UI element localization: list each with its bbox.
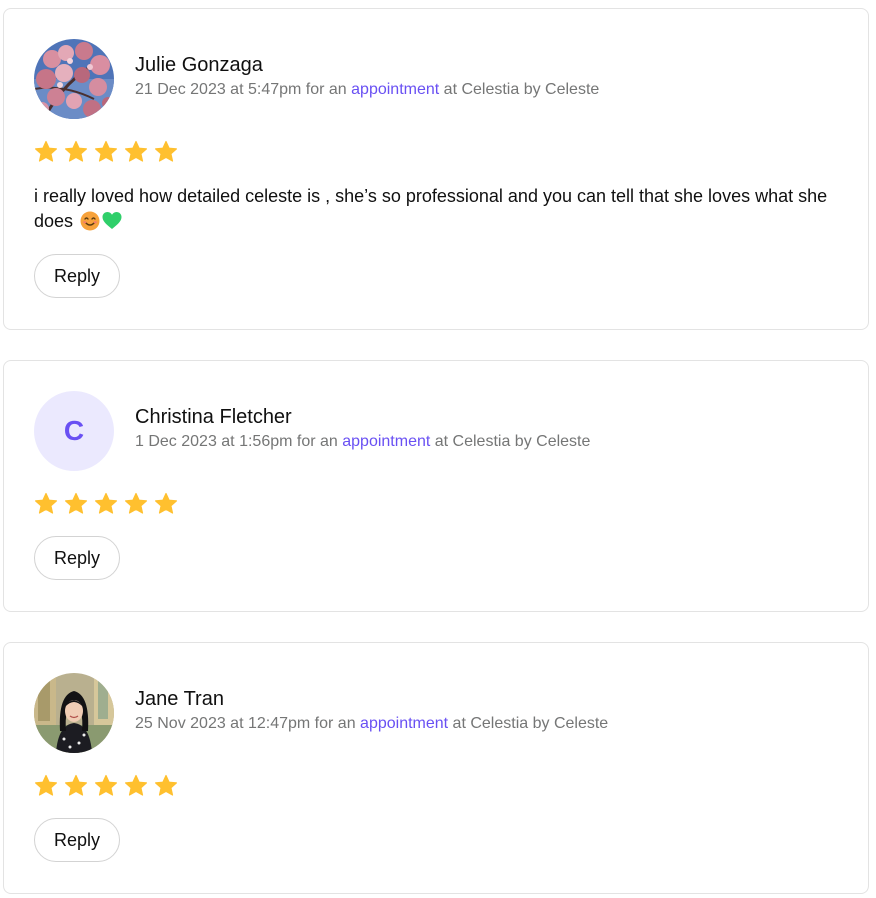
- appointment-link[interactable]: appointment: [360, 715, 448, 732]
- star-icon: [65, 774, 87, 796]
- reviewer-name: Jane Tran: [135, 687, 224, 710]
- star-icon: [125, 774, 147, 796]
- reply-button[interactable]: Reply: [34, 254, 120, 298]
- review-header: Jane Tran 25 Nov 2023 at 12:47pm for an …: [34, 673, 608, 753]
- star-icon: [155, 492, 177, 514]
- review-card: Jane Tran 25 Nov 2023 at 12:47pm for an …: [3, 642, 869, 894]
- review-card: Julie Gonzaga 21 Dec 2023 at 5:47pm for …: [3, 8, 869, 330]
- reply-button[interactable]: Reply: [34, 536, 120, 580]
- review-subline: 25 Nov 2023 at 12:47pm for an appointmen…: [135, 713, 608, 735]
- star-icon: [95, 774, 117, 796]
- reply-button[interactable]: Reply: [34, 818, 120, 862]
- star-icon: [35, 140, 57, 162]
- star-icon: [125, 492, 147, 514]
- review-header: C Christina Fletcher 1 Dec 2023 at 1:56p…: [34, 391, 590, 471]
- venue-text: at Celestia by Celeste: [439, 80, 600, 98]
- avatar-photo-blossoms: [34, 39, 114, 119]
- review-header: Julie Gonzaga 21 Dec 2023 at 5:47pm for …: [34, 39, 599, 119]
- star-icon: [155, 774, 177, 796]
- star-icon: [155, 140, 177, 162]
- review-date: 1 Dec 2023 at 1:56pm: [135, 432, 293, 450]
- green-heart-emoji: [102, 212, 122, 229]
- star-icon: [35, 492, 57, 514]
- review-date: 25 Nov 2023 at 12:47pm: [135, 714, 311, 732]
- appointment-link[interactable]: appointment: [351, 81, 439, 98]
- star-rating: [34, 774, 178, 798]
- review-meta: Julie Gonzaga 21 Dec 2023 at 5:47pm for …: [135, 54, 599, 101]
- appointment-link[interactable]: appointment: [342, 433, 430, 450]
- avatar: C: [34, 391, 114, 471]
- avatar-photo-portrait: [34, 673, 114, 753]
- avatar-initial: C: [63, 415, 85, 446]
- review-subline: 1 Dec 2023 at 1:56pm for an appointment …: [135, 431, 590, 453]
- venue-text: at Celestia by Celeste: [430, 432, 591, 450]
- subline-text: for an: [310, 714, 361, 732]
- star-rating: [34, 140, 178, 164]
- review-date: 21 Dec 2023 at 5:47pm: [135, 80, 302, 98]
- star-icon: [95, 492, 117, 514]
- review-meta: Christina Fletcher 1 Dec 2023 at 1:56pm …: [135, 406, 590, 453]
- reviewer-name: Christina Fletcher: [135, 405, 292, 428]
- review-card: C Christina Fletcher 1 Dec 2023 at 1:56p…: [3, 360, 869, 612]
- review-text: i really loved how detailed celeste is ,…: [34, 184, 834, 234]
- avatar: [34, 673, 114, 753]
- review-subline: 21 Dec 2023 at 5:47pm for an appointment…: [135, 79, 599, 101]
- star-icon: [35, 774, 57, 796]
- star-icon: [65, 492, 87, 514]
- review-body: i really loved how detailed celeste is ,…: [34, 186, 828, 231]
- star-icon: [65, 140, 87, 162]
- star-icon: [95, 140, 117, 162]
- venue-text: at Celestia by Celeste: [448, 714, 609, 732]
- review-meta: Jane Tran 25 Nov 2023 at 12:47pm for an …: [135, 688, 608, 735]
- smiling-face-emoji: [80, 211, 100, 231]
- subline-text: for an: [301, 80, 352, 98]
- reviewer-name: Julie Gonzaga: [135, 53, 263, 76]
- avatar: [34, 39, 114, 119]
- star-rating: [34, 492, 178, 516]
- subline-text: for an: [292, 432, 343, 450]
- star-icon: [125, 140, 147, 162]
- reviews-list: Julie Gonzaga 21 Dec 2023 at 5:47pm for …: [0, 0, 876, 898]
